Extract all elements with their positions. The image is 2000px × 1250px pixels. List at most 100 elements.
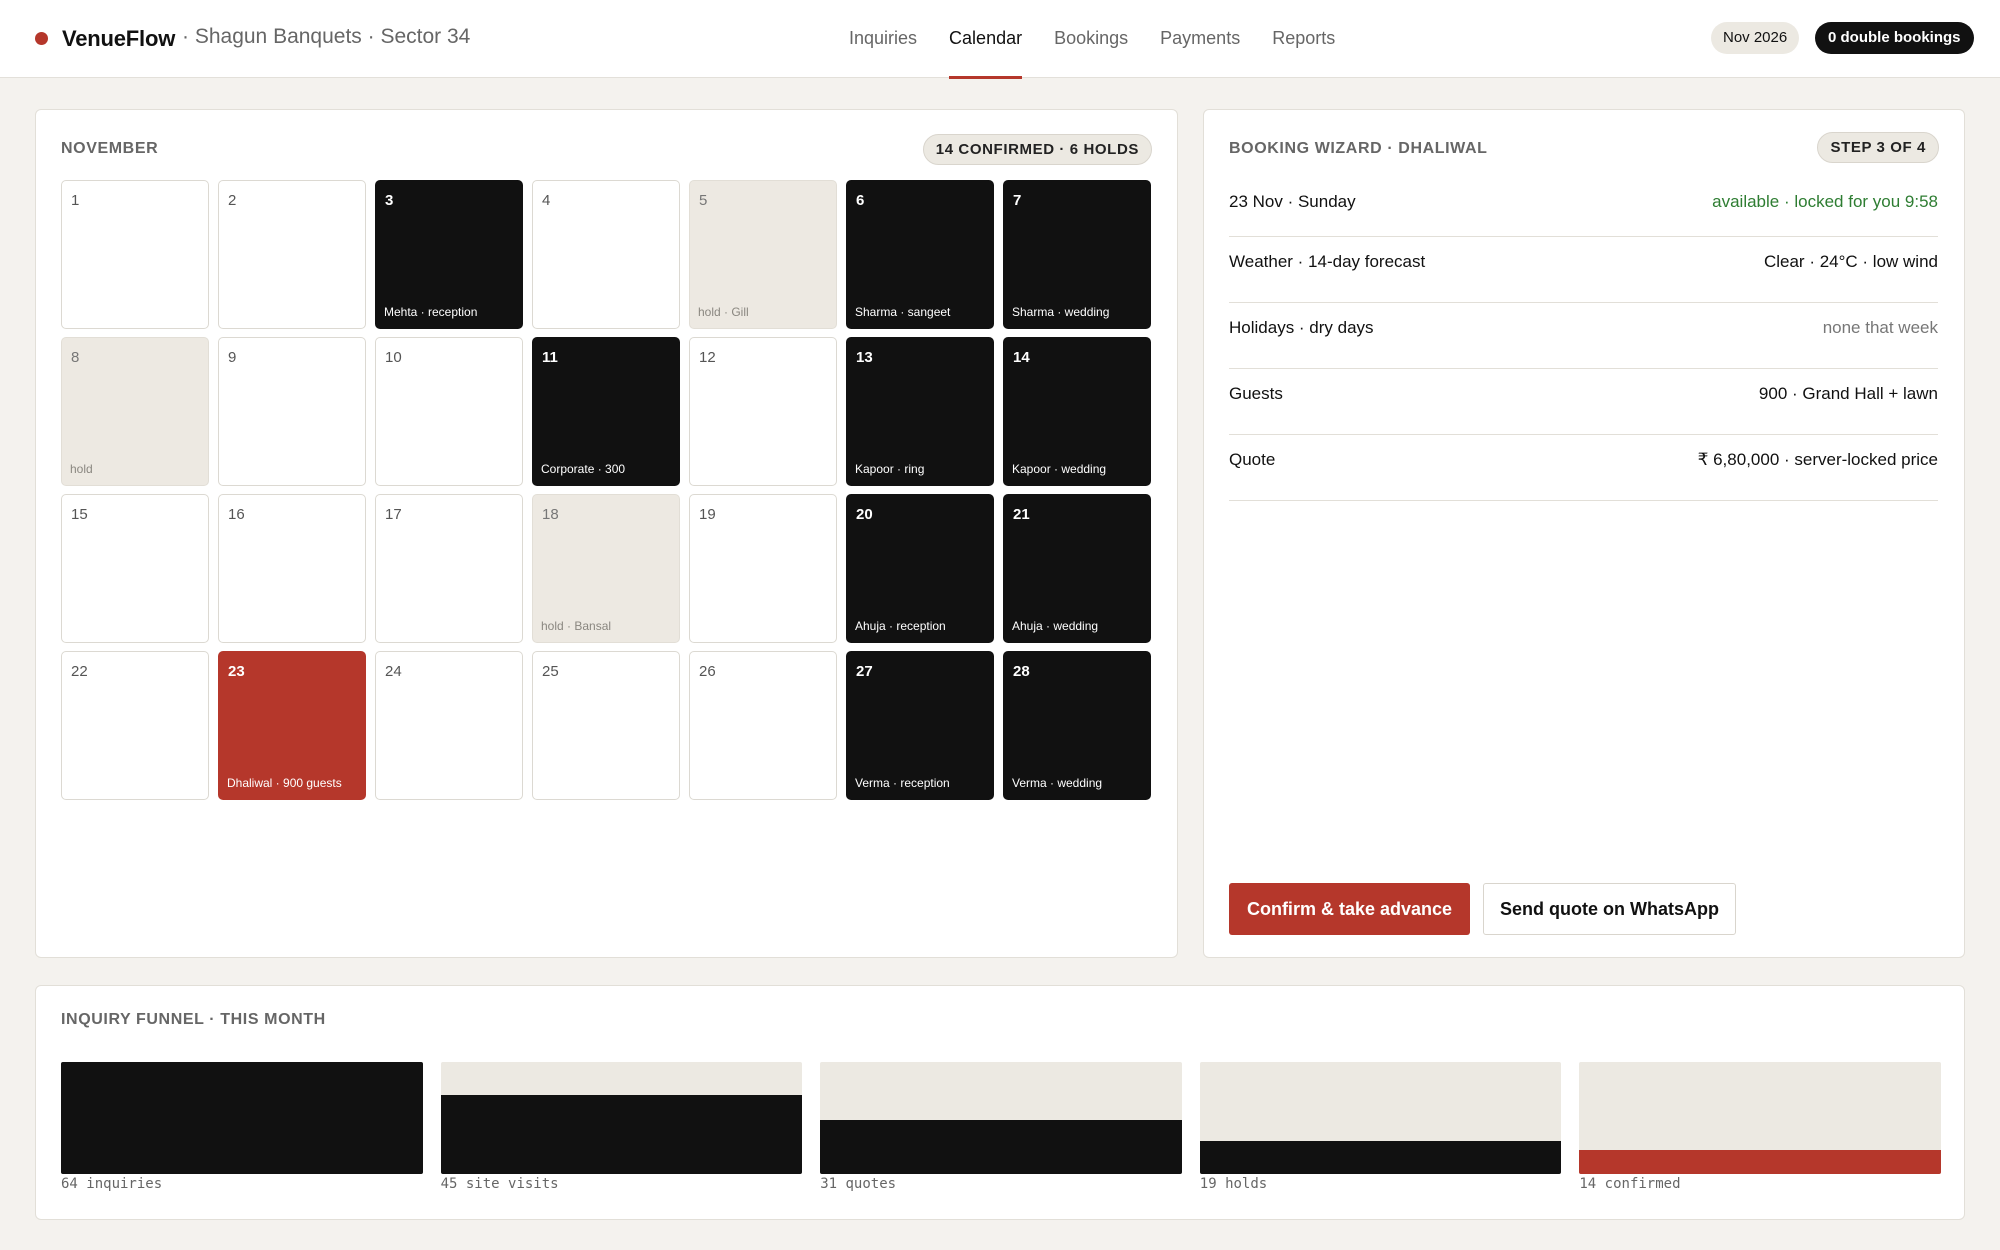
calendar-day-5[interactable]: 5 hold · Gill: [689, 180, 837, 329]
day-event-label: Verma · wedding: [1012, 776, 1103, 790]
funnel-stage-label: 45 site visits: [440, 1176, 559, 1192]
wizard-row-label: Quote: [1229, 450, 1276, 469]
calendar-day-4[interactable]: 4: [532, 180, 680, 329]
wizard-row: 23 Nov · Sunday available · locked for yo…: [1229, 180, 1938, 237]
funnel-stage-label: 14 confirmed: [1579, 1176, 1681, 1192]
wizard-row: Weather · 14-day forecast Clear · 24°C · …: [1229, 237, 1938, 303]
calendar-day-25[interactable]: 25: [532, 651, 680, 800]
calendar-day-10[interactable]: 10: [375, 337, 523, 486]
nav-calendar[interactable]: Calendar: [949, 0, 1023, 79]
calendar-day-18[interactable]: 18 hold · Bansal: [532, 494, 680, 643]
day-number: 27: [856, 663, 873, 680]
day-number: 21: [1013, 506, 1030, 523]
calendar-day-8[interactable]: 8 hold: [61, 337, 209, 486]
venue-name: · Shagun Banquets · Sector 34: [182, 25, 471, 48]
funnel-stage: 14 confirmed: [1579, 1062, 1941, 1192]
calendar-day-17[interactable]: 17: [375, 494, 523, 643]
month-selector[interactable]: Nov 2026: [1711, 22, 1800, 54]
day-number: 7: [1013, 192, 1022, 209]
calendar-day-1[interactable]: 1: [61, 180, 209, 329]
day-event-label: Kapoor · wedding: [1012, 462, 1107, 476]
wizard-row-label: Guests: [1229, 384, 1283, 403]
calendar-day-27[interactable]: 27 Verma · reception: [846, 651, 994, 800]
day-event-label: Corporate · 300: [541, 462, 626, 476]
nav-inquiries[interactable]: Inquiries: [849, 0, 917, 78]
calendar-summary-badge: 14 CONFIRMED · 6 HOLDS: [922, 134, 1152, 165]
calendar-day-9[interactable]: 9: [218, 337, 366, 486]
calendar-day-20[interactable]: 20 Ahuja · reception: [846, 494, 994, 643]
calendar-day-2[interactable]: 2: [218, 180, 366, 329]
day-number: 12: [699, 349, 716, 366]
confirm-advance-button[interactable]: Confirm & take advance: [1229, 883, 1470, 935]
calendar-panel: NOVEMBER 14 CONFIRMED · 6 HOLDS 1 2 3 Mehta…: [35, 109, 1178, 958]
calendar-day-14[interactable]: 14 Kapoor · wedding: [1003, 337, 1151, 486]
double-bookings-badge: 0 double bookings: [1815, 22, 1974, 54]
calendar-day-11[interactable]: 11 Corporate · 300: [532, 337, 680, 486]
day-number: 3: [385, 192, 394, 209]
calendar-day-24[interactable]: 24: [375, 651, 523, 800]
funnel-stage: 31 quotes: [820, 1062, 1182, 1192]
funnel-bar-track: [61, 1062, 423, 1174]
wizard-row-value: none that week: [1822, 318, 1938, 337]
wizard-row-value: 900 · Grand Hall + lawn: [1758, 384, 1938, 403]
funnel-stage: 64 inquiries: [61, 1062, 423, 1192]
day-number: 28: [1013, 663, 1030, 680]
day-number: 24: [385, 663, 402, 680]
day-number: 6: [856, 192, 865, 209]
calendar-day-28[interactable]: 28 Verma · wedding: [1003, 651, 1151, 800]
funnel-bar: [1579, 1149, 1941, 1174]
day-number: 16: [228, 506, 245, 523]
brand-logo-dot: [35, 32, 48, 45]
day-number: 5: [699, 192, 708, 209]
calendar-day-6[interactable]: 6 Sharma · sangeet: [846, 180, 994, 329]
day-number: 18: [542, 506, 559, 523]
booking-wizard-panel: BOOKING WIZARD · DHALIWAL STEP 3 OF 4 23…: [1203, 109, 1965, 958]
inquiry-funnel-panel: INQUIRY FUNNEL · THIS MONTH 64 inquiries…: [35, 985, 1965, 1220]
calendar-day-19[interactable]: 19: [689, 494, 837, 643]
wizard-step-badge: STEP 3 OF 4: [1817, 132, 1939, 163]
day-event-label: Ahuja · wedding: [1012, 619, 1099, 633]
nav-reports[interactable]: Reports: [1272, 0, 1335, 78]
day-event-label: Verma · reception: [855, 776, 950, 790]
calendar-grid: 1 2 3 Mehta · reception 4 5 hold · Gill 6 Sharma…: [61, 180, 1152, 800]
day-number: 2: [228, 192, 237, 209]
funnel-bar: [820, 1119, 1182, 1174]
wizard-row-value: available · locked for you 9:58: [1712, 192, 1938, 211]
calendar-day-15[interactable]: 15: [61, 494, 209, 643]
calendar-day-3[interactable]: 3 Mehta · reception: [375, 180, 523, 329]
day-number: 10: [385, 349, 402, 366]
top-bar: VenueFlow · Shagun Banquets · Sector 34 …: [0, 0, 2000, 79]
day-number: 17: [385, 506, 402, 523]
calendar-day-13[interactable]: 13 Kapoor · ring: [846, 337, 994, 486]
wizard-row-value: ₹ 6,80,000 · server-locked price: [1697, 450, 1938, 469]
whatsapp-quote-button[interactable]: Send quote on WhatsApp: [1483, 883, 1736, 935]
calendar-day-26[interactable]: 26: [689, 651, 837, 800]
calendar-day-7[interactable]: 7 Sharma · wedding: [1003, 180, 1151, 329]
funnel-stage-label: 64 inquiries: [61, 1176, 163, 1192]
funnel-chart: 64 inquiries 45 site visits 31 quotes 19 ho…: [61, 1062, 1941, 1192]
main-nav: Inquiries Calendar Bookings Payments Reports: [849, 0, 1367, 79]
day-event-label: hold · Bansal: [541, 619, 612, 633]
calendar-day-23[interactable]: 23 Dhaliwal · 900 guests: [218, 651, 366, 800]
funnel-stage-label: 31 quotes: [820, 1176, 897, 1192]
day-number: 19: [699, 506, 716, 523]
day-event-label: Mehta · reception: [384, 305, 478, 319]
funnel-bar: [61, 1062, 423, 1174]
app-name: VenueFlow: [62, 26, 176, 51]
calendar-day-22[interactable]: 22: [61, 651, 209, 800]
funnel-title: INQUIRY FUNNEL · THIS MONTH: [61, 1011, 326, 1028]
day-event-label: Dhaliwal · 900 guests: [227, 776, 342, 790]
wizard-row-label: Holidays · dry days: [1229, 318, 1374, 337]
day-event-label: Sharma · wedding: [1012, 305, 1110, 319]
nav-payments[interactable]: Payments: [1160, 0, 1240, 78]
wizard-row-label: 23 Nov · Sunday: [1229, 192, 1356, 211]
wizard-row: Holidays · dry days none that week: [1229, 303, 1938, 369]
day-number: 15: [71, 506, 88, 523]
nav-bookings[interactable]: Bookings: [1054, 0, 1128, 78]
calendar-day-16[interactable]: 16: [218, 494, 366, 643]
calendar-day-21[interactable]: 21 Ahuja · wedding: [1003, 494, 1151, 643]
funnel-stage: 19 holds: [1199, 1062, 1562, 1192]
calendar-day-12[interactable]: 12: [689, 337, 837, 486]
day-number: 22: [71, 663, 88, 680]
funnel-bar-track: [1199, 1062, 1562, 1174]
